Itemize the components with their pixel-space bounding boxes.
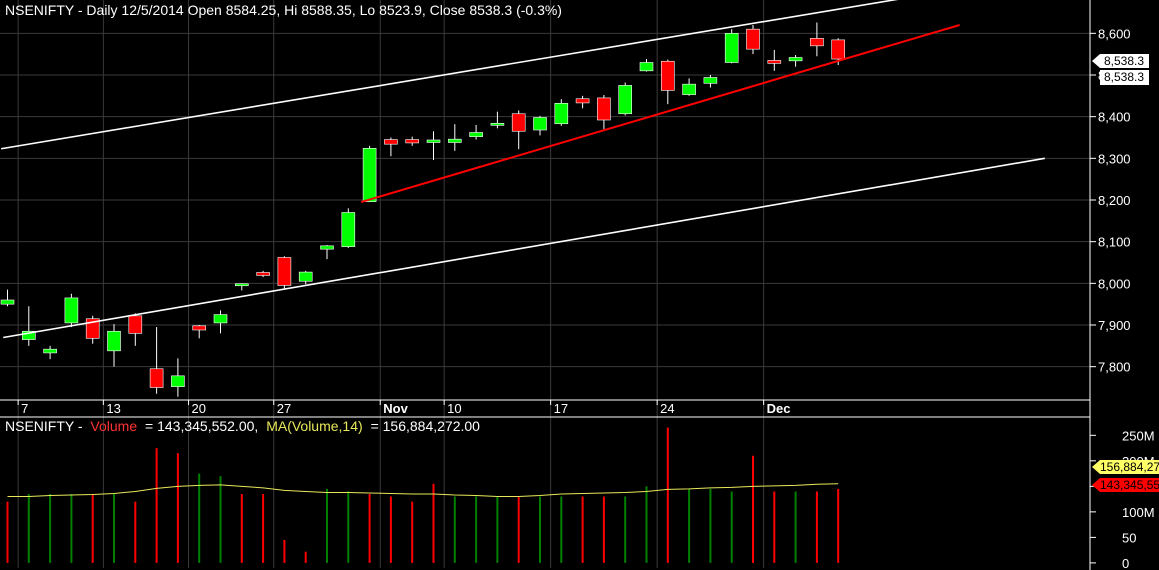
candle-up (426, 139, 441, 143)
candle-up (682, 83, 696, 95)
svg-text:8,538.3: 8,538.3 (1104, 54, 1144, 68)
candle-up (64, 297, 79, 324)
ma-volume-badge: 156,884,272 (1092, 460, 1159, 474)
candle-down (575, 98, 590, 104)
candle-up (469, 132, 483, 137)
volume-tick-label: 100M (1122, 505, 1155, 520)
x-tick-label: 17 (554, 401, 568, 416)
x-tick-label: Dec (767, 401, 791, 416)
candle-up (490, 123, 505, 126)
candle-up (0, 299, 15, 305)
candle-up (320, 245, 334, 250)
volume-header-label: Volume (90, 418, 137, 434)
price-tick-label: 8,000 (1098, 276, 1131, 291)
price-tick-label: 7,900 (1098, 318, 1131, 333)
volume-header-value: = 143,345,552.00, (145, 418, 258, 434)
price-tick-label: 8,600 (1098, 26, 1131, 41)
candle-down (597, 97, 611, 121)
candle-down (405, 139, 420, 144)
price-tick-label: 8,100 (1098, 235, 1131, 250)
svg-text:156,884,272: 156,884,272 (1100, 460, 1159, 474)
ma-header-value: = 156,884,272.00 (371, 418, 481, 434)
candle-down (511, 113, 526, 132)
candle-down (128, 315, 143, 334)
candle-up (341, 212, 356, 247)
candle-down (384, 139, 398, 145)
x-tick-label: 20 (192, 401, 206, 416)
candle-up (639, 62, 654, 72)
candle-up (235, 283, 249, 287)
candle-down (810, 38, 824, 47)
last-price-badge-top: 8,538.3 (1092, 54, 1149, 68)
svg-text:8,538.3: 8,538.3 (1104, 70, 1144, 84)
price-header: NSENIFTY - Daily 12/5/2014 Open 8584.25,… (5, 2, 562, 18)
candle-down (746, 28, 760, 50)
price-tick-label: 7,800 (1098, 360, 1131, 375)
candle-up (788, 57, 803, 62)
candle-up (724, 33, 739, 63)
volume-tick-label: 0 (1122, 556, 1129, 570)
x-tick-label: 24 (660, 401, 674, 416)
price-tick-label: 8,400 (1098, 110, 1131, 125)
svg-text:143,345,552: 143,345,552 (1100, 478, 1159, 492)
volume-tick-label: 50 (1122, 530, 1136, 545)
candle-up (43, 348, 57, 354)
candle-down (660, 60, 675, 91)
candle-down (192, 325, 206, 331)
candle-up (298, 271, 313, 282)
price-tick-label: 8,300 (1098, 151, 1131, 166)
candle-down (277, 257, 292, 286)
candle-up (703, 77, 718, 84)
ma-header-label: MA(Volume,14) (266, 418, 362, 434)
candle-up (362, 148, 377, 202)
x-tick-label: Nov (383, 401, 408, 416)
volume-tick-label: 250M (1122, 428, 1155, 443)
candle-down (149, 368, 164, 388)
chart-canvas: 7,8007,9008,0008,1008,2008,3008,4008,500… (0, 0, 1159, 570)
candle-up (554, 103, 569, 125)
candle-up (618, 85, 633, 115)
candle-down (767, 60, 782, 64)
volume-badge: 143,345,552 (1092, 478, 1159, 492)
candle-up (447, 138, 462, 143)
x-tick-label: 7 (21, 401, 28, 416)
x-tick-label: 13 (106, 401, 120, 416)
volume-header: NSENIFTY - Volume = 143,345,552.00, MA(V… (5, 418, 480, 434)
last-price-badge-bottom: 8,538.3 (1100, 70, 1149, 85)
volume-header-symbol: NSENIFTY - (5, 418, 83, 434)
x-tick-label: 27 (277, 401, 291, 416)
candle-down (256, 272, 270, 276)
candle-up (533, 117, 547, 131)
candle-up (107, 330, 121, 352)
candle-down (831, 39, 846, 60)
x-tick-label: 10 (447, 401, 461, 416)
candle-up (213, 314, 228, 324)
candle-up (171, 375, 185, 387)
price-tick-label: 8,200 (1098, 193, 1131, 208)
